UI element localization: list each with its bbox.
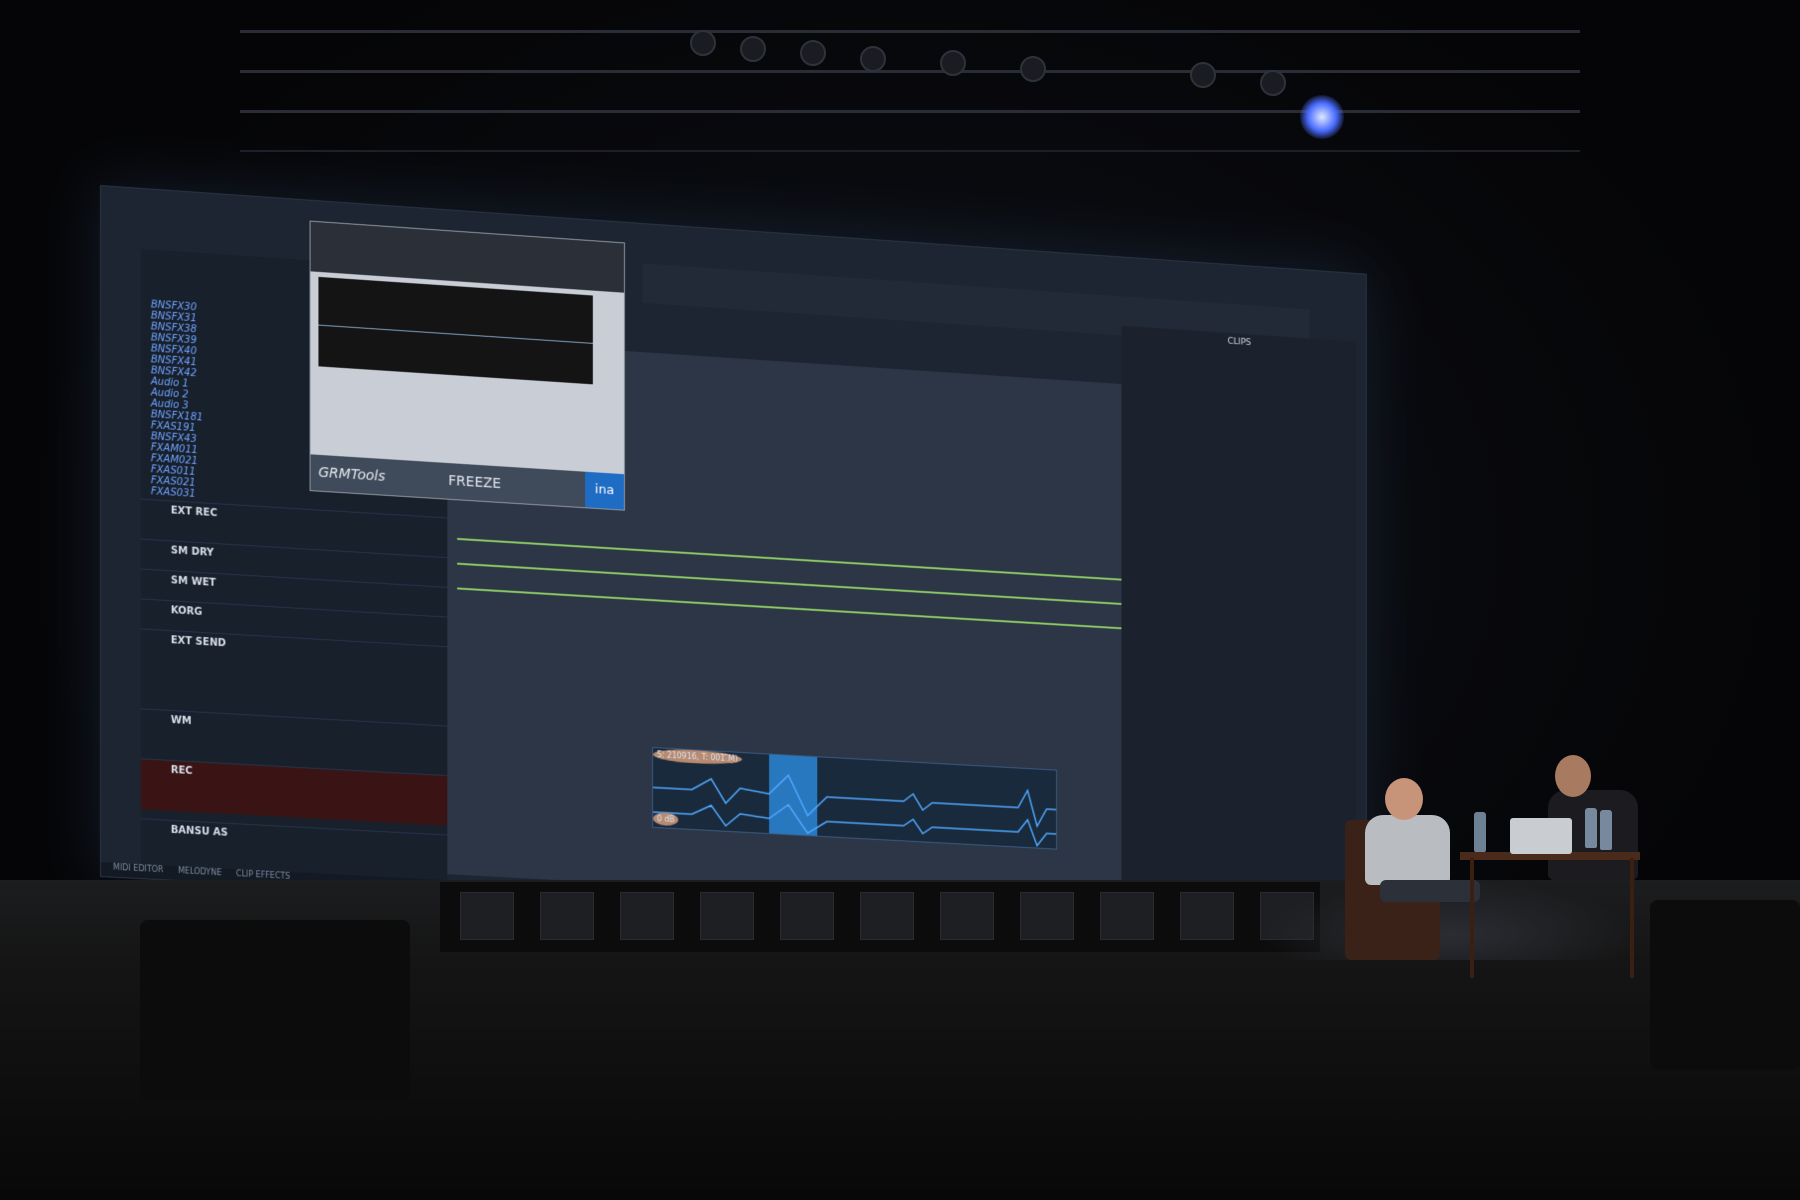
stage-spotlight <box>690 30 716 56</box>
stage-spotlight <box>800 40 826 66</box>
automation-lane <box>457 587 1122 630</box>
sponsor-logo <box>940 892 994 940</box>
sponsor-logo <box>700 892 754 940</box>
tab-midi-editor[interactable]: MIDI EDITOR <box>113 863 163 875</box>
freeze-scope <box>318 276 593 385</box>
stage-spotlight <box>740 36 766 62</box>
clip-waveform <box>653 758 1056 849</box>
grm-freeze-plugin-window: GRMTools FREEZE ina <box>309 220 625 511</box>
track-list: BNSFX30 BNSFX31 BNSFX38 BNSFX39 BNSFX40 … <box>151 299 310 507</box>
sponsor-logo <box>860 892 914 940</box>
water-bottle <box>1585 808 1597 848</box>
ina-logo: ina <box>585 471 624 510</box>
sponsor-logo <box>1180 892 1234 940</box>
blue-stage-light <box>1300 95 1344 139</box>
floor-speaker <box>1650 900 1800 1070</box>
sponsor-logo <box>780 892 834 940</box>
sponsor-logo <box>460 892 514 940</box>
tab-melodyne[interactable]: MELODYNE <box>178 866 222 877</box>
lighting-rig <box>240 0 1580 152</box>
sponsor-logo <box>1100 892 1154 940</box>
plugin-brand: GRMTools <box>318 464 386 485</box>
sponsor-logo <box>620 892 674 940</box>
stage-scene: BNSFX30 BNSFX31 BNSFX38 BNSFX39 BNSFX40 … <box>0 0 1800 1200</box>
stage-spotlight <box>1260 70 1286 96</box>
stage-spotlight <box>860 46 886 72</box>
automation-lane <box>457 562 1122 605</box>
plugin-module-name: FREEZE <box>448 472 502 493</box>
clips-panel: CLIPS <box>1121 325 1357 932</box>
audio-clip[interactable]: 210916_001-05 (SM) S: 210916, T: 001 0 d… <box>652 746 1058 850</box>
stage-spotlight <box>1020 56 1046 82</box>
stage-spotlight <box>1190 62 1216 88</box>
stage-spotlight <box>940 50 966 76</box>
floor-speaker <box>140 920 410 1100</box>
sponsor-logo <box>540 892 594 940</box>
projection-screen: BNSFX30 BNSFX31 BNSFX38 BNSFX39 BNSFX40 … <box>100 185 1367 943</box>
laptop <box>1510 818 1572 854</box>
water-bottle <box>1474 812 1486 852</box>
sponsor-banner <box>440 882 1320 952</box>
sponsor-logo <box>1020 892 1074 940</box>
automation-lane <box>457 537 1122 581</box>
water-bottle <box>1600 810 1612 850</box>
